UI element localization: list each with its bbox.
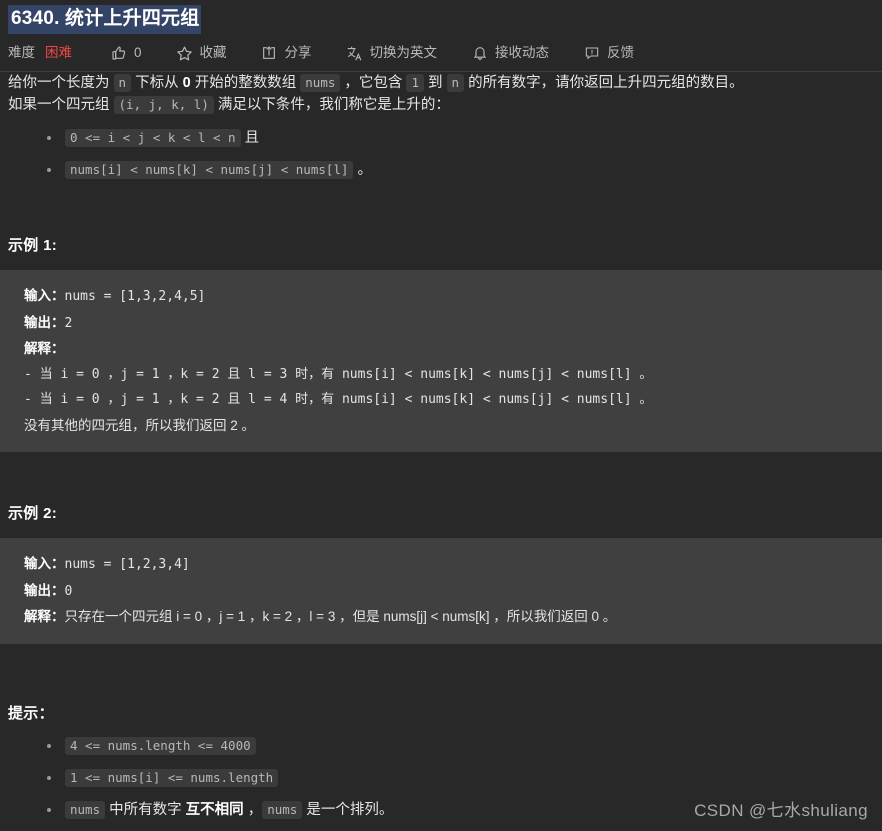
inline-code-n: n: [113, 74, 132, 92]
output-value: 2: [64, 315, 73, 331]
favorite-label: 收藏: [199, 45, 227, 60]
desc-bold-zero: 0: [182, 75, 191, 91]
hints-heading: 提示：: [8, 704, 54, 722]
example-2-heading: 示例 2:: [8, 505, 58, 523]
output-value: 0: [64, 583, 73, 599]
inline-code-tuple: (i, j, k, l): [113, 96, 214, 115]
input-value: nums = [1,3,2,4,5]: [64, 289, 206, 305]
share-button[interactable]: 分享: [261, 44, 312, 62]
problem-page: 6340. 统计上升四元组 难度 困难 0 收藏 分享 切换为英文 接收动态 反…: [0, 0, 882, 831]
condition-1-tail: 且: [240, 129, 260, 146]
hint-1-code: 4 <= nums.length <= 4000: [65, 737, 256, 756]
description-paragraph-2: 如果一个四元组 (i, j, k, l) 满足以下条件，我们称它是上升的：: [8, 94, 870, 116]
thumbs-up-icon: [110, 45, 127, 62]
input-value: nums = [1,2,3,4]: [64, 557, 190, 573]
translate-icon: [346, 45, 363, 62]
feedback-label: 反馈: [607, 45, 635, 60]
title-row: 6340. 统计上升四元组: [0, 0, 882, 38]
example-2-output-line: 输出：0: [24, 578, 866, 605]
explain-value: 只存在一个四元组 i = 0 ，j = 1 ，k = 2 ，l = 3 ，但是 …: [64, 609, 617, 625]
description-paragraph-1: 给你一个长度为 n 下标从 0 开始的整数数组 nums ，它包含 1 到 n …: [8, 72, 870, 94]
example-2-input-line: 输入：nums = [1,2,3,4]: [24, 551, 866, 578]
hint-3-bold: 互不相同: [185, 802, 244, 819]
list-item: 1 <= nums[i] <= nums.length: [8, 767, 870, 789]
difficulty-badge: 困难: [45, 45, 72, 60]
hint-3-text-c: 是一个排列。: [302, 802, 394, 819]
input-label: 输入：: [24, 288, 65, 304]
share-label: 分享: [284, 45, 312, 60]
feedback-button[interactable]: 反馈: [583, 44, 634, 62]
desc-text-b: 下标从: [131, 75, 183, 91]
example-1-block: 输入：nums = [1,3,2,4,5] 输出：2 解释： - 当 i = 0…: [0, 270, 882, 453]
desc-text-a: 给你一个长度为: [8, 75, 114, 91]
share-icon: [261, 45, 278, 62]
subscribe-button[interactable]: 接收动态: [471, 44, 549, 62]
example-2-block: 输入：nums = [1,2,3,4] 输出：0 解释：只存在一个四元组 i =…: [0, 538, 882, 644]
csdn-watermark: CSDN @七水shuliang: [694, 801, 868, 820]
condition-list: 0 <= i < j < k < l < n 且 nums[i] < nums[…: [8, 127, 870, 181]
hint-3-code-a: nums: [65, 801, 106, 820]
bell-icon: [471, 45, 488, 62]
example-1-input-line: 输入：nums = [1,3,2,4,5]: [24, 283, 866, 310]
page-title: 6340. 统计上升四元组: [8, 5, 202, 34]
desc-text-f: 的所有数字，请你返回上升四元组的数目。: [464, 75, 744, 91]
list-item: 0 <= i < j < k < l < n 且: [8, 127, 870, 149]
output-label: 输出：: [24, 314, 65, 330]
like-count: 0: [134, 45, 142, 60]
translate-button[interactable]: 切换为英文: [346, 44, 438, 62]
desc2-text-b: 满足以下条件，我们称它是上升的：: [213, 97, 450, 114]
problem-toolbar: 难度 困难 0 收藏 分享 切换为英文 接收动态 反馈: [0, 38, 882, 71]
like-button[interactable]: 0: [110, 44, 142, 62]
desc-text-e: 到: [423, 75, 447, 91]
example-1-explain-line-2: - 当 i = 0 ，j = 1 ，k = 2 且 l = 4 时，有 nums…: [24, 392, 653, 408]
hint-3-text-b: ，: [243, 802, 263, 819]
condition-1-code: 0 <= i < j < k < l < n: [65, 128, 241, 147]
inline-code-n-2: n: [446, 74, 465, 92]
difficulty-label: 难度: [8, 45, 35, 60]
feedback-icon: [583, 45, 600, 62]
desc2-text-a: 如果一个四元组: [8, 97, 114, 114]
favorite-button[interactable]: 收藏: [176, 44, 227, 62]
translate-label: 切换为英文: [369, 45, 438, 60]
example-2-explain-line: 解释：只存在一个四元组 i = 0 ，j = 1 ，k = 2 ，l = 3 ，…: [24, 604, 866, 630]
desc-text-d: ，它包含: [340, 75, 407, 91]
problem-content: 给你一个长度为 n 下标从 0 开始的整数数组 nums ，它包含 1 到 n …: [0, 72, 882, 821]
example-1-explain-label-line: 解释：: [24, 336, 866, 362]
output-label: 输出：: [24, 582, 65, 598]
example-1-explain-line-1: - 当 i = 0 ，j = 1 ，k = 2 且 l = 3 时，有 nums…: [24, 366, 653, 382]
problem-header: 6340. 统计上升四元组 难度 困难 0 收藏 分享 切换为英文 接收动态 反…: [0, 0, 882, 72]
inline-code-nums: nums: [300, 74, 341, 92]
condition-2-tail: 。: [353, 161, 372, 178]
list-item: nums[i] < nums[k] < nums[j] < nums[l] 。: [8, 159, 870, 181]
hint-2-code: 1 <= nums[i] <= nums.length: [65, 769, 279, 788]
star-icon: [176, 45, 193, 62]
example-1-output-line: 输出：2: [24, 310, 866, 337]
example-1-heading: 示例 1:: [8, 236, 58, 254]
inline-code-one: 1: [406, 74, 424, 92]
explain-label: 解释：: [24, 341, 65, 357]
input-label: 输入：: [24, 556, 65, 572]
explain-label: 解释：: [24, 609, 65, 625]
difficulty-label-wrap: 难度: [8, 44, 35, 62]
hint-3-text-a: 中所有数字: [105, 802, 186, 819]
list-item: 4 <= nums.length <= 4000: [8, 735, 870, 757]
condition-2-code: nums[i] < nums[k] < nums[j] < nums[l]: [65, 160, 354, 179]
desc-text-c: 开始的整数数组: [190, 75, 301, 91]
hint-3-code-b: nums: [262, 801, 303, 820]
subscribe-label: 接收动态: [495, 45, 550, 60]
example-1-explain-line-3: 没有其他的四元组，所以我们返回 2 。: [24, 417, 256, 433]
